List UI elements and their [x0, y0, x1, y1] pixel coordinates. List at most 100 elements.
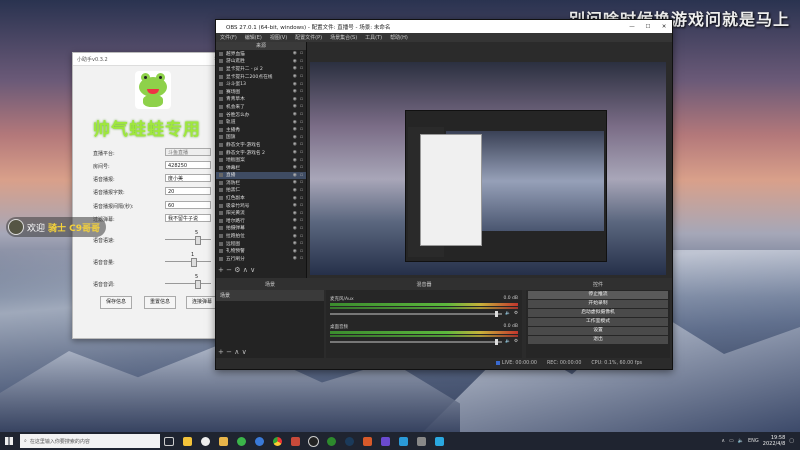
eye-icon[interactable]: ◉ — [293, 89, 297, 94]
lock-icon[interactable]: ▫ — [300, 59, 303, 64]
lock-icon[interactable]: ▫ — [300, 256, 303, 261]
start-button[interactable] — [0, 432, 18, 450]
eye-icon[interactable]: ◉ — [293, 211, 297, 216]
language-indicator[interactable]: ENG — [748, 438, 759, 444]
eye-icon[interactable]: ◉ — [293, 74, 297, 79]
lock-icon[interactable]: ▫ — [300, 226, 303, 231]
lock-icon[interactable]: ▫ — [300, 66, 303, 71]
eye-icon[interactable]: ◉ — [293, 104, 297, 109]
source-item[interactable]: 静态文字-游戏名 ◉ ▫ — [216, 141, 306, 149]
helper-titlebar[interactable]: 小助手v0.3.2 ✕ — [73, 53, 221, 66]
eye-icon[interactable]: ◉ — [293, 142, 297, 147]
add-icon[interactable]: + — [218, 266, 224, 274]
eye-icon[interactable]: ◉ — [293, 112, 297, 117]
app-icon[interactable] — [288, 434, 302, 448]
lock-icon[interactable]: ▫ — [300, 97, 303, 102]
source-item[interactable]: 国旗 ◉ ▫ — [216, 134, 306, 142]
menu-view[interactable]: 视图(V) — [270, 34, 287, 41]
lock-icon[interactable]: ▫ — [300, 173, 303, 178]
menu-scene-collection[interactable]: 场景集合(S) — [330, 34, 357, 41]
source-item[interactable]: 阳光黄流 ◉ ▫ — [216, 209, 306, 217]
eye-icon[interactable]: ◉ — [293, 135, 297, 140]
move-down-icon[interactable]: ∨ — [250, 266, 255, 274]
speed-slider[interactable]: 5 — [165, 230, 211, 245]
lock-icon[interactable]: ▫ — [300, 234, 303, 239]
eye-icon[interactable]: ◉ — [293, 234, 297, 239]
file-explorer-icon[interactable] — [180, 434, 194, 448]
clock[interactable]: 19:58 2022/4/8 — [763, 435, 785, 447]
source-item[interactable]: 远程图 ◉ ▫ — [216, 240, 306, 248]
notification-icon[interactable]: ▢ — [789, 438, 794, 444]
media-app-icon[interactable] — [378, 434, 392, 448]
source-item[interactable]: 游山逛胜 ◉ ▫ — [216, 58, 306, 66]
remove-icon[interactable]: − — [226, 348, 232, 356]
eye-icon[interactable]: ◉ — [293, 82, 297, 87]
steam-icon[interactable] — [342, 434, 356, 448]
source-item[interactable]: 五行刷分 ◉ ▫ — [216, 255, 306, 263]
volume-fader[interactable] — [330, 338, 503, 345]
lock-icon[interactable]: ▫ — [300, 165, 303, 170]
chrome-icon[interactable] — [270, 434, 284, 448]
source-item[interactable]: 谷胜怎么办 ◉ ▫ — [216, 111, 306, 119]
xbox-icon[interactable] — [324, 434, 338, 448]
source-item[interactable]: 拍摄弹幕 ◉ ▫ — [216, 225, 306, 233]
lock-icon[interactable]: ▫ — [300, 249, 303, 254]
eye-icon[interactable]: ◉ — [293, 173, 297, 178]
room-input[interactable]: 428250 — [165, 161, 211, 169]
game-app-icon[interactable] — [360, 434, 374, 448]
gear-icon[interactable]: ⚙ — [514, 339, 518, 344]
source-item[interactable]: 机会来了 ◉ ▫ — [216, 103, 306, 111]
source-item[interactable]: 青青草木 ◉ ▫ — [216, 96, 306, 104]
remove-icon[interactable]: − — [226, 266, 232, 274]
eye-icon[interactable]: ◉ — [293, 120, 297, 125]
menu-help[interactable]: 帮助(H) — [390, 34, 408, 41]
lock-icon[interactable]: ▫ — [300, 135, 303, 140]
source-item[interactable]: 显卡提升二 - pi 2 ◉ ▫ — [216, 65, 306, 73]
move-down-icon[interactable]: ∨ — [242, 348, 247, 356]
source-item[interactable]: 轨道 ◉ ▫ — [216, 118, 306, 126]
lock-icon[interactable]: ▫ — [300, 211, 303, 216]
maximize-icon[interactable]: ☐ — [640, 24, 656, 30]
volume-icon[interactable]: 🔈 — [738, 438, 744, 444]
eye-icon[interactable]: ◉ — [293, 97, 297, 102]
speaker-icon[interactable]: 🔈 — [505, 339, 511, 344]
eye-icon[interactable]: ◉ — [293, 196, 297, 201]
lock-icon[interactable]: ▫ — [300, 218, 303, 223]
source-item[interactable]: 吸拿竹鸡号 ◉ ▫ — [216, 202, 306, 210]
eye-icon[interactable]: ◉ — [293, 51, 297, 56]
connect-danmaku-button[interactable]: 连接弹幕 — [186, 296, 218, 309]
network-icon[interactable]: ▭ — [729, 438, 734, 444]
settings-app-icon[interactable] — [414, 434, 428, 448]
preview-canvas[interactable] — [310, 62, 666, 275]
scene-item[interactable]: 场景 — [216, 290, 324, 301]
eye-icon[interactable]: ◉ — [293, 158, 297, 163]
wechat-icon[interactable] — [234, 434, 248, 448]
lock-icon[interactable]: ▫ — [300, 188, 303, 193]
music-app-icon[interactable] — [396, 434, 410, 448]
minimize-icon[interactable]: — — [624, 24, 640, 30]
stop-streaming-button[interactable]: 停止推流 — [528, 291, 668, 299]
platform-select[interactable]: 斗鱼直播 — [165, 148, 211, 156]
lock-icon[interactable]: ▫ — [300, 74, 303, 79]
taskbar-search[interactable]: ⌕ 在这里输入你要搜索的内容 — [20, 434, 160, 448]
lock-icon[interactable]: ▫ — [300, 241, 303, 246]
eye-icon[interactable]: ◉ — [293, 150, 297, 155]
source-item[interactable]: 红色副本 ◉ ▫ — [216, 194, 306, 202]
settings-button[interactable]: 设置 — [528, 327, 668, 335]
move-up-icon[interactable]: ∧ — [234, 348, 239, 356]
source-item[interactable]: 消防栏 ◉ ▫ — [216, 179, 306, 187]
menu-profile[interactable]: 配置文件(P) — [295, 34, 322, 41]
gear-icon[interactable]: ⚙ — [514, 311, 518, 316]
add-icon[interactable]: + — [218, 348, 224, 356]
studio-mode-button[interactable]: 工作室模式 — [528, 318, 668, 326]
lock-icon[interactable]: ▫ — [300, 158, 303, 163]
menu-tools[interactable]: 工具(T) — [365, 34, 382, 41]
lock-icon[interactable]: ▫ — [300, 89, 303, 94]
lock-icon[interactable]: ▫ — [300, 180, 303, 185]
chevron-up-icon[interactable]: ∧ — [721, 438, 725, 444]
source-item[interactable]: 拉跑拍位 ◉ ▫ — [216, 232, 306, 240]
lock-icon[interactable]: ▫ — [300, 196, 303, 201]
eye-icon[interactable]: ◉ — [293, 180, 297, 185]
lock-icon[interactable]: ▫ — [300, 142, 303, 147]
source-item[interactable]: 拍黑仁 ◉ ▫ — [216, 187, 306, 195]
